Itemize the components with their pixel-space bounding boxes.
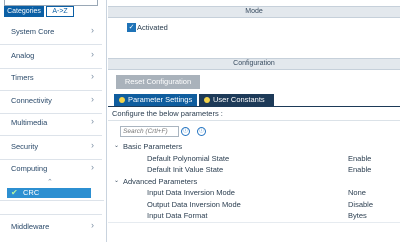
tab-categories[interactable]: Categories — [4, 6, 44, 17]
param-name: Output Data Inversion Mode — [147, 200, 241, 209]
param-name: Default Polynomial State — [147, 154, 230, 163]
reset-configuration-button[interactable]: Reset Configuration — [116, 75, 200, 89]
chevron-right-icon: › — [91, 220, 94, 230]
category-label: Timers — [11, 73, 34, 82]
parameter-search-field[interactable] — [120, 126, 179, 137]
divider — [108, 222, 400, 223]
search-next-icon[interactable]: ⓘ — [197, 127, 206, 136]
chevron-right-icon: › — [91, 162, 94, 172]
status-dot-icon — [204, 96, 210, 103]
category-multimedia[interactable]: Multimedia › — [0, 111, 102, 136]
tab-label: Parameter Settings — [128, 95, 193, 104]
param-value: Enable — [348, 165, 372, 174]
param-value: None — [348, 188, 366, 197]
tab-user-constants[interactable]: User Constants — [199, 94, 274, 106]
category-label: System Core — [11, 27, 55, 36]
peripheral-item-crc[interactable]: ✔ CRC — [7, 188, 91, 198]
param-name: Default Init Value State — [147, 165, 224, 174]
category-label: Security — [11, 142, 39, 151]
param-name: Input Data Inversion Mode — [147, 188, 235, 197]
chevron-right-icon: › — [91, 71, 94, 81]
collapse-caret-icon[interactable]: ⌃ — [47, 178, 53, 186]
configure-instructions: Configure the below parameters : — [112, 109, 223, 118]
param-value: Enable — [348, 154, 372, 163]
param-row[interactable]: Default Init Value State Enable — [108, 165, 400, 175]
category-system-core[interactable]: System Core › — [0, 20, 102, 45]
mode-header: Mode — [108, 6, 400, 18]
status-dot-icon — [119, 96, 125, 103]
param-name: Input Data Format — [147, 211, 208, 220]
search-previous-icon[interactable]: ⓘ — [181, 127, 190, 136]
search-input[interactable] — [121, 127, 178, 136]
configuration-header: Configuration — [108, 58, 400, 70]
checkmark-icon: ✔ — [11, 188, 18, 197]
activated-label: Activated — [137, 23, 168, 32]
expand-arrow-icon[interactable]: ⌄ — [114, 142, 119, 149]
group-basic-parameters[interactable]: ⌄ Basic Parameters — [108, 142, 400, 152]
param-row[interactable]: Default Polynomial State Enable — [108, 154, 400, 164]
chevron-right-icon: › — [91, 49, 94, 59]
group-advanced-parameters[interactable]: ⌄ Advanced Parameters — [108, 177, 400, 187]
group-name: Basic Parameters — [123, 142, 183, 151]
chevron-right-icon: › — [91, 25, 94, 35]
param-row[interactable]: Input Data Format Bytes — [108, 211, 400, 221]
param-row[interactable]: Output Data Inversion Mode Disable — [108, 200, 400, 210]
category-label: Analog — [11, 51, 35, 60]
category-timers[interactable]: Timers › — [0, 66, 102, 91]
activated-checkbox[interactable]: ✓ — [127, 23, 136, 32]
category-label: Multimedia — [11, 118, 48, 127]
expand-arrow-icon[interactable]: ⌄ — [114, 177, 119, 184]
category-label: Connectivity — [11, 96, 52, 105]
tab-parameter-settings[interactable]: Parameter Settings — [114, 94, 197, 106]
chevron-right-icon: › — [91, 140, 94, 150]
divider — [0, 200, 104, 201]
category-middleware[interactable]: Middleware › — [0, 214, 102, 241]
param-value: Bytes — [348, 211, 367, 220]
tab-label: User Constants — [213, 95, 265, 104]
param-value: Disable — [348, 200, 374, 209]
chevron-right-icon: › — [91, 94, 94, 104]
category-label: Middleware — [11, 222, 50, 231]
tab-a-to-z[interactable]: A->Z — [46, 6, 74, 17]
peripheral-item-label: CRC — [23, 188, 40, 197]
group-name: Advanced Parameters — [123, 177, 198, 186]
category-label: Computing — [11, 164, 48, 173]
param-row[interactable]: Input Data Inversion Mode None — [108, 188, 400, 198]
chevron-right-icon: › — [91, 116, 94, 126]
